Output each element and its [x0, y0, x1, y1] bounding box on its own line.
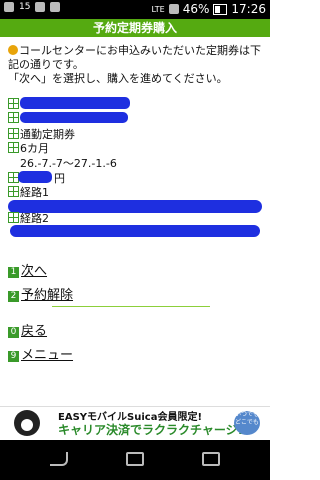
price-suffix: 円	[54, 172, 65, 185]
route2-row: 経路2	[8, 212, 49, 226]
divider	[52, 306, 210, 307]
shield-icon	[50, 2, 61, 12]
system-nav-bar	[0, 440, 270, 480]
redacted-route2	[10, 225, 260, 237]
next-link[interactable]: 1 次へ	[8, 260, 47, 279]
redacted-holder	[20, 112, 128, 123]
recent-apps-icon[interactable]	[202, 452, 220, 466]
route1-label: 経路1	[20, 186, 49, 199]
route1-row: 経路1	[8, 186, 49, 200]
notice-line2: 「次へ」を選択し、購入を進めてください。	[8, 72, 228, 85]
redacted-price	[18, 171, 52, 183]
notice-text: コールセンターにお申込みいただいた定期券は下記の通りです。 「次へ」を選択し、購…	[8, 44, 266, 86]
key-0-icon: 0	[8, 327, 19, 338]
ticket-type-row: 通勤定期券	[8, 128, 75, 142]
status-left-label: 15	[19, 2, 31, 12]
notice-line1: コールセンターにお申込みいただいた定期券は下記の通りです。	[8, 44, 261, 71]
home-nav-icon[interactable]	[126, 452, 144, 466]
period: 6カ月	[20, 142, 49, 155]
penguin-icon	[14, 410, 40, 436]
back-nav-icon[interactable]	[50, 452, 68, 466]
network-label: LTE	[151, 4, 165, 14]
cloud-icon	[35, 2, 46, 12]
notification-icon	[4, 2, 14, 12]
clock: 17:26	[231, 2, 266, 16]
key-1-icon: 1	[8, 267, 19, 278]
name-row	[8, 98, 20, 112]
grid-icon	[8, 186, 19, 197]
main-content: コールセンターにお申込みいただいた定期券は下記の通りです。 「次へ」を選択し、購…	[0, 40, 270, 396]
holder-row	[8, 112, 20, 126]
grid-icon	[8, 212, 19, 223]
date-range: 26.-7.-7〜27.-1.-6	[20, 157, 117, 170]
battery-icon	[213, 3, 228, 15]
grid-icon	[8, 142, 19, 153]
grid-icon	[8, 112, 19, 123]
page-title: 予約定期券購入	[0, 19, 270, 37]
key-9-icon: 9	[8, 351, 19, 362]
battery-percent: 46%	[182, 2, 210, 16]
grid-icon	[8, 128, 19, 139]
status-bar: 15 LTE 46% 17:26	[0, 0, 270, 19]
route2-label: 経路2	[20, 212, 49, 225]
cancel-reservation-link[interactable]: 2 予約解除	[8, 284, 73, 303]
key-2-icon: 2	[8, 291, 19, 302]
menu-link[interactable]: 9 メニュー	[8, 344, 73, 363]
ad-banner[interactable]: EASYモバイルSuica会員限定! キャリア決済でラクラクチャージ! いつでも…	[0, 406, 270, 439]
period-row: 6カ月	[8, 142, 49, 156]
ad-badge: いつでも どこでも	[234, 411, 260, 435]
ticket-type: 通勤定期券	[20, 128, 75, 141]
signal-icon	[168, 4, 179, 14]
back-link[interactable]: 0 戻る	[8, 320, 47, 339]
redacted-name	[20, 97, 130, 109]
grid-icon	[8, 98, 19, 109]
warning-icon	[8, 45, 18, 55]
ad-line2: キャリア決済でラクラクチャージ!	[58, 423, 244, 437]
